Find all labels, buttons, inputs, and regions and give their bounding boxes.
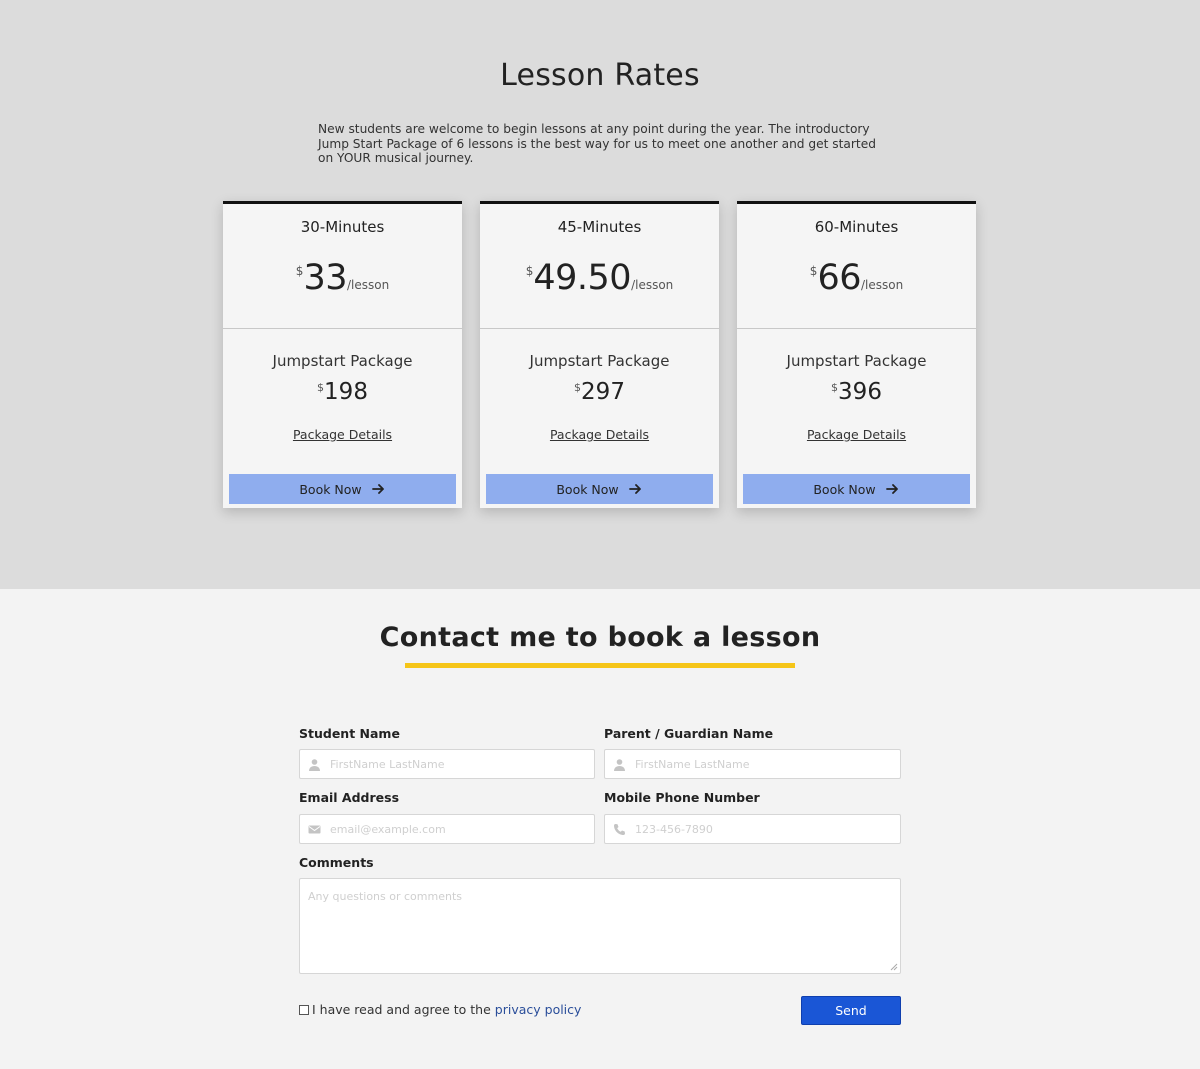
rates-title: Lesson Rates	[500, 58, 700, 93]
package-name: Jumpstart Package	[786, 352, 927, 370]
student-name-label: Student Name	[299, 726, 400, 741]
card-header: 45-Minutes $49.50/lesson	[480, 204, 719, 329]
card-header: 60-Minutes $66/lesson	[737, 204, 976, 329]
pricing-card-60-minutes: 60-Minutes $66/lesson Jumpstart Package …	[737, 201, 976, 508]
phone-label: Mobile Phone Number	[604, 790, 760, 805]
package-amount: 198	[324, 379, 368, 405]
price-currency: $	[809, 264, 818, 278]
price-amount: 49.50	[533, 258, 632, 298]
guardian-name-field	[604, 749, 901, 779]
package-details-link[interactable]: Package Details	[480, 427, 719, 442]
book-now-button[interactable]: Book Now	[743, 474, 970, 504]
arrow-right-icon	[371, 484, 384, 494]
student-name-input[interactable]	[330, 750, 590, 778]
comments-label: Comments	[299, 855, 374, 870]
book-now-label: Book Now	[299, 481, 362, 497]
agree-text: I have read and agree to the	[312, 1002, 491, 1017]
price-currency: $	[295, 264, 304, 278]
package-details-link[interactable]: Package Details	[223, 427, 462, 442]
package-name: Jumpstart Package	[272, 352, 413, 370]
book-now-label: Book Now	[556, 481, 619, 497]
card-duration: 60-Minutes	[814, 218, 899, 236]
book-now-button[interactable]: Book Now	[229, 474, 456, 504]
package-price: $198	[223, 379, 462, 405]
package-price: $297	[480, 379, 719, 405]
lesson-price: $33/lesson	[223, 258, 462, 298]
phone-icon	[614, 824, 625, 835]
price-unit: /lesson	[631, 278, 674, 292]
arrow-right-icon	[628, 484, 641, 494]
pricing-card-30-minutes: 30-Minutes $33/lesson Jumpstart Package …	[223, 201, 462, 508]
student-name-field	[299, 749, 595, 779]
package-details-link[interactable]: Package Details	[737, 427, 976, 442]
user-icon	[309, 759, 320, 771]
comments-field	[299, 878, 901, 974]
pricing-card-45-minutes: 45-Minutes $49.50/lesson Jumpstart Packa…	[480, 201, 719, 508]
guardian-name-input[interactable]	[635, 750, 896, 778]
lesson-price: $66/lesson	[737, 258, 976, 298]
envelope-icon	[308, 825, 321, 834]
email-input[interactable]	[330, 815, 590, 843]
phone-input[interactable]	[635, 815, 896, 843]
lesson-price: $49.50/lesson	[480, 258, 719, 298]
package-amount: 297	[581, 379, 625, 405]
lesson-rates-section: Lesson Rates New students are welcome to…	[0, 0, 1200, 589]
package-amount: 396	[838, 379, 882, 405]
price-unit: /lesson	[860, 278, 904, 292]
package-name: Jumpstart Package	[529, 352, 670, 370]
package-currency: $	[831, 381, 839, 394]
rates-intro: New students are welcome to begin lesson…	[318, 122, 876, 165]
user-icon	[614, 759, 625, 771]
price-amount: 33	[303, 258, 347, 298]
contact-title: Contact me to book a lesson	[379, 622, 821, 653]
card-header: 30-Minutes $33/lesson	[223, 204, 462, 329]
card-duration: 30-Minutes	[300, 218, 385, 236]
email-field	[299, 814, 595, 844]
resize-handle-icon[interactable]	[890, 963, 898, 971]
email-label: Email Address	[299, 790, 400, 805]
package-currency: $	[317, 381, 325, 394]
agree-checkbox[interactable]	[299, 1004, 309, 1015]
phone-field	[604, 814, 901, 844]
title-underline	[405, 663, 795, 668]
price-currency: $	[525, 264, 534, 278]
book-now-label: Book Now	[813, 481, 876, 497]
comments-textarea[interactable]	[300, 879, 900, 973]
book-now-button[interactable]: Book Now	[486, 474, 713, 504]
package-price: $396	[737, 379, 976, 405]
guardian-name-label: Parent / Guardian Name	[604, 726, 774, 741]
privacy-policy-link[interactable]: privacy policy	[495, 1002, 582, 1017]
package-currency: $	[574, 381, 582, 394]
send-button[interactable]: Send	[801, 996, 901, 1025]
price-unit: /lesson	[346, 278, 390, 292]
card-duration: 45-Minutes	[557, 218, 642, 236]
privacy-agreement: I have read and agree to the privacy pol…	[299, 1002, 581, 1017]
price-amount: 66	[817, 258, 861, 298]
arrow-right-icon	[885, 484, 898, 494]
